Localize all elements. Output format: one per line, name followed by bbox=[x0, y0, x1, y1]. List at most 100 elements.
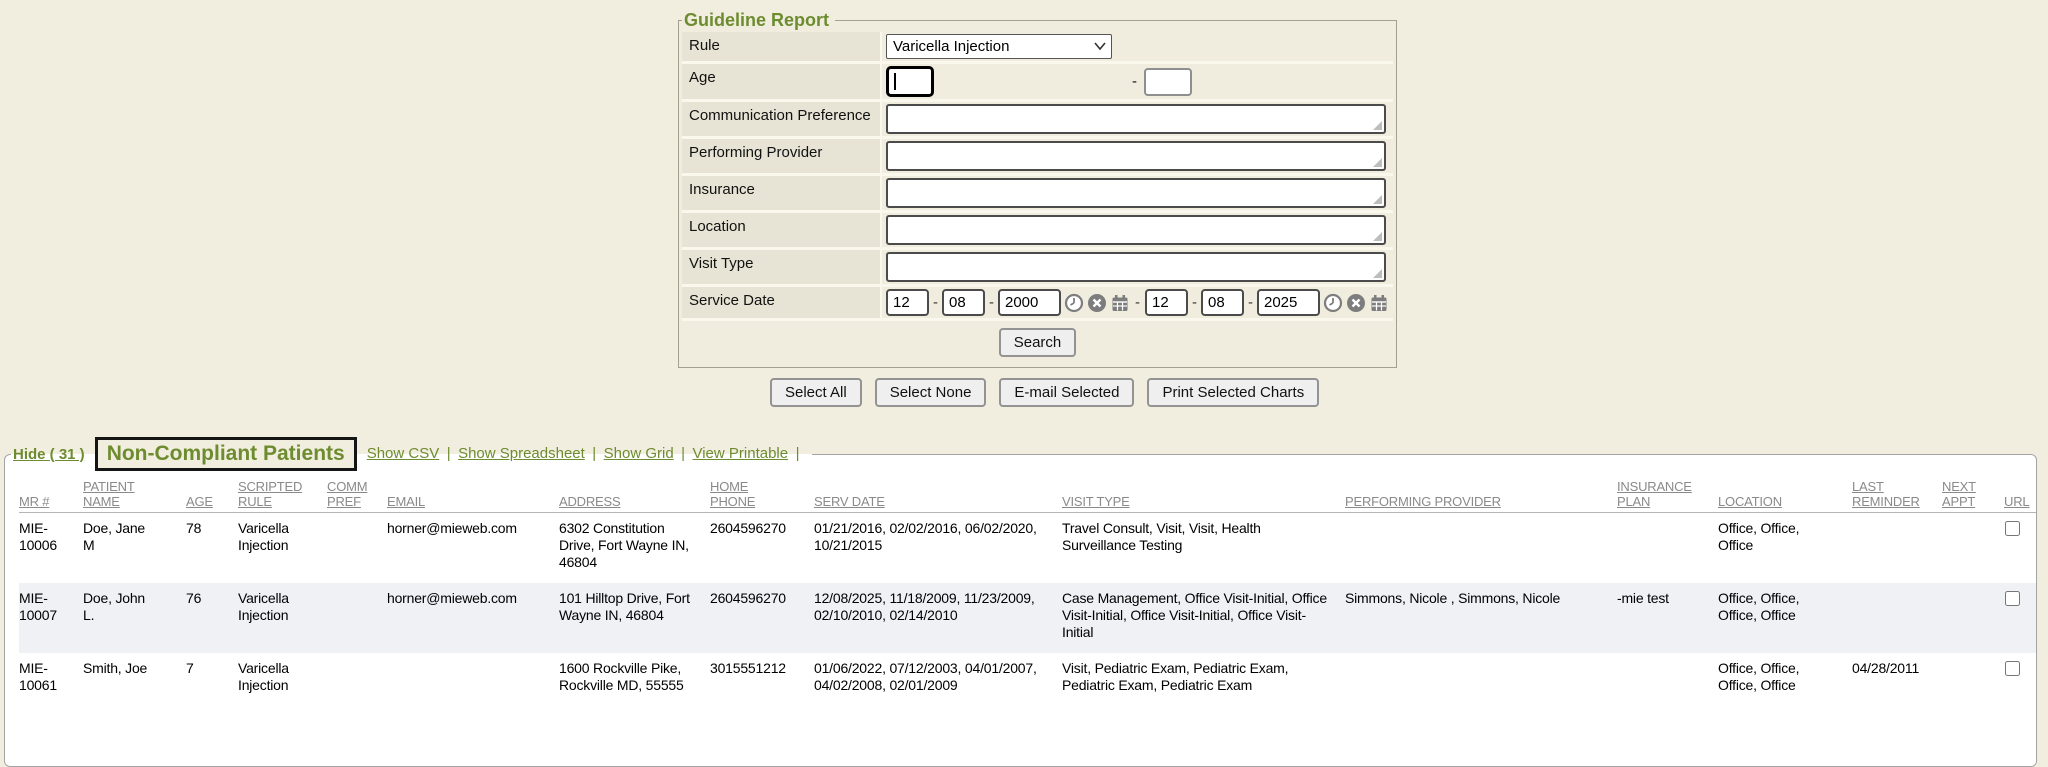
column-header-provider[interactable]: PERFORMING PROVIDER bbox=[1345, 477, 1617, 513]
insurance-input[interactable] bbox=[886, 178, 1386, 208]
date-separator: - bbox=[1248, 294, 1253, 311]
age-row: Age - bbox=[682, 64, 1393, 102]
calendar-icon[interactable] bbox=[1369, 293, 1389, 313]
date-separator: - bbox=[933, 294, 938, 311]
column-header-phone[interactable]: HOME PHONE bbox=[710, 477, 814, 513]
cell-provider bbox=[1345, 653, 1617, 706]
cell-next-appt bbox=[1942, 583, 2004, 653]
cell-rule: Varicella Injection bbox=[238, 653, 327, 706]
insurance-label: Insurance bbox=[682, 176, 882, 210]
cell-rule: Varicella Injection bbox=[238, 513, 327, 584]
service-date-to-year-input[interactable] bbox=[1257, 289, 1320, 316]
link-separator: | bbox=[592, 445, 596, 462]
service-date-label: Service Date bbox=[682, 287, 882, 318]
date-separator: - bbox=[1192, 294, 1197, 311]
cell-comm-pref bbox=[327, 513, 387, 584]
location-input[interactable] bbox=[886, 215, 1386, 245]
column-header-age[interactable]: AGE bbox=[186, 477, 238, 513]
column-header-location[interactable]: LOCATION bbox=[1718, 477, 1852, 513]
column-header-email[interactable]: EMAIL bbox=[387, 477, 559, 513]
text-caret bbox=[894, 73, 896, 90]
age-range-separator: - bbox=[1132, 73, 1137, 90]
patient-row: MIE-10006Doe, Jane M78Varicella Injectio… bbox=[19, 513, 2036, 584]
link-separator: | bbox=[796, 445, 800, 462]
age-to-input[interactable] bbox=[1144, 68, 1192, 96]
row-select-checkbox[interactable] bbox=[2005, 661, 2020, 676]
visit-type-input[interactable] bbox=[886, 252, 1386, 282]
show-spreadsheet-link[interactable]: Show Spreadsheet bbox=[458, 445, 585, 462]
clock-icon[interactable] bbox=[1323, 293, 1343, 313]
cell-email: horner@mieweb.com bbox=[387, 583, 559, 653]
service-date-row: Service Date - - - - bbox=[682, 287, 1393, 321]
cell-serv-date: 01/21/2016, 02/02/2016, 06/02/2020, 10/2… bbox=[814, 513, 1062, 584]
search-row: Search bbox=[682, 321, 1393, 359]
cell-name: Smith, Joe bbox=[83, 653, 186, 706]
cell-comm-pref bbox=[327, 653, 387, 706]
cell-email: horner@mieweb.com bbox=[387, 513, 559, 584]
service-date-to-day-input[interactable] bbox=[1201, 289, 1244, 316]
column-header-insurance[interactable]: INSURANCE PLAN bbox=[1617, 477, 1718, 513]
calendar-icon[interactable] bbox=[1110, 293, 1130, 313]
row-select-checkbox[interactable] bbox=[2005, 591, 2020, 606]
clear-icon[interactable] bbox=[1087, 293, 1107, 313]
search-button[interactable]: Search bbox=[999, 328, 1077, 357]
cell-provider: Simmons, Nicole , Simmons, Nicole bbox=[1345, 583, 1617, 653]
column-header-last-reminder[interactable]: LAST REMINDER bbox=[1852, 477, 1942, 513]
service-date-from-day-input[interactable] bbox=[942, 289, 985, 316]
link-separator: | bbox=[447, 445, 451, 462]
patient-table-header: MR #PATIENT NAMEAGESCRIPTED RULECOMM PRE… bbox=[19, 477, 2036, 513]
cell-mr: MIE-10061 bbox=[19, 653, 83, 706]
communication-preference-input[interactable] bbox=[886, 104, 1386, 134]
service-date-from-year-input[interactable] bbox=[998, 289, 1061, 316]
service-date-to-group: - - bbox=[1145, 289, 1389, 316]
column-header-rule[interactable]: SCRIPTED RULE bbox=[238, 477, 327, 513]
communication-preference-label: Communication Preference bbox=[682, 102, 882, 136]
cell-insurance bbox=[1617, 653, 1718, 706]
row-select-checkbox[interactable] bbox=[2005, 521, 2020, 536]
cell-visit-type: Case Management, Office Visit-Initial, O… bbox=[1062, 583, 1345, 653]
cell-insurance: -mie test bbox=[1617, 583, 1718, 653]
patient-table-header-row: MR #PATIENT NAMEAGESCRIPTED RULECOMM PRE… bbox=[19, 477, 2036, 513]
cell-name: Doe, Jane M bbox=[83, 513, 186, 584]
cell-url bbox=[2004, 653, 2036, 706]
cell-location: Office, Office, Office bbox=[1718, 513, 1852, 584]
column-header-address[interactable]: ADDRESS bbox=[559, 477, 710, 513]
cell-url bbox=[2004, 513, 2036, 584]
show-grid-link[interactable]: Show Grid bbox=[604, 445, 674, 462]
patient-row: MIE-10007Doe, John L.76Varicella Injecti… bbox=[19, 583, 2036, 653]
service-date-to-month-input[interactable] bbox=[1145, 289, 1188, 316]
print-selected-charts-button[interactable]: Print Selected Charts bbox=[1147, 378, 1319, 407]
cell-serv-date: 01/06/2022, 07/12/2003, 04/01/2007, 04/0… bbox=[814, 653, 1062, 706]
cell-visit-type: Visit, Pediatric Exam, Pediatric Exam, P… bbox=[1062, 653, 1345, 706]
cell-comm-pref bbox=[327, 583, 387, 653]
insurance-row: Insurance bbox=[682, 176, 1393, 213]
hide-count-link[interactable]: Hide ( 31 ) bbox=[13, 446, 85, 463]
cell-phone: 2604596270 bbox=[710, 513, 814, 584]
select-none-button[interactable]: Select None bbox=[875, 378, 987, 407]
non-compliant-patients-legend: Hide ( 31 ) Non-Compliant Patients Show … bbox=[11, 437, 812, 471]
cell-url bbox=[2004, 583, 2036, 653]
clear-icon[interactable] bbox=[1346, 293, 1366, 313]
cell-location: Office, Office, Office, Office bbox=[1718, 653, 1852, 706]
performing-provider-input[interactable] bbox=[886, 141, 1386, 171]
cell-visit-type: Travel Consult, Visit, Visit, Health Sur… bbox=[1062, 513, 1345, 584]
column-header-visit-type[interactable]: VISIT TYPE bbox=[1062, 477, 1345, 513]
column-header-name[interactable]: PATIENT NAME bbox=[83, 477, 186, 513]
clock-icon[interactable] bbox=[1064, 293, 1084, 313]
performing-provider-label: Performing Provider bbox=[682, 139, 882, 173]
cell-insurance bbox=[1617, 513, 1718, 584]
select-all-button[interactable]: Select All bbox=[770, 378, 862, 407]
cell-age: 76 bbox=[186, 583, 238, 653]
rule-select[interactable]: Varicella Injection bbox=[886, 34, 1112, 59]
service-date-from-month-input[interactable] bbox=[886, 289, 929, 316]
column-header-next-appt[interactable]: NEXT APPT bbox=[1942, 477, 2004, 513]
cell-age: 7 bbox=[186, 653, 238, 706]
column-header-comm-pref[interactable]: COMM PREF bbox=[327, 477, 387, 513]
view-printable-link[interactable]: View Printable bbox=[692, 445, 788, 462]
show-csv-link[interactable]: Show CSV bbox=[367, 445, 440, 462]
column-header-mr[interactable]: MR # bbox=[19, 477, 83, 513]
column-header-url[interactable]: URL bbox=[2004, 477, 2036, 513]
email-selected-button[interactable]: E-mail Selected bbox=[999, 378, 1134, 407]
guideline-report-legend: Guideline Report bbox=[682, 10, 835, 31]
column-header-serv-date[interactable]: SERV DATE bbox=[814, 477, 1062, 513]
